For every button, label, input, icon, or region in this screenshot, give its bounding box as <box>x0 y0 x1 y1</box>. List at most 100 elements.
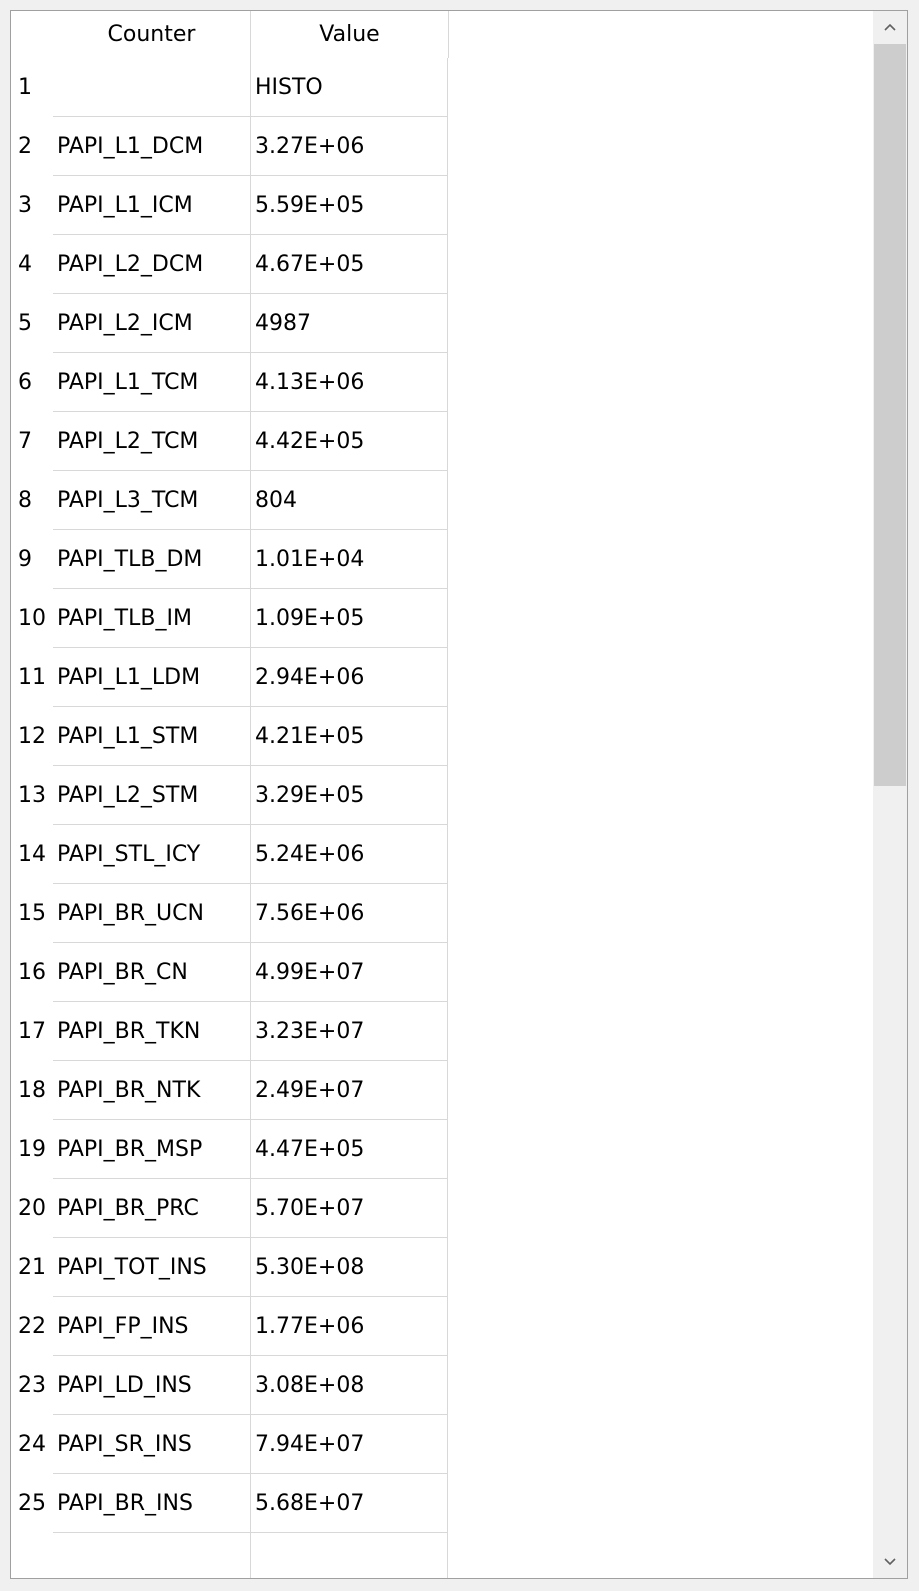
cell-counter[interactable]: PAPI_L1_TCM <box>53 353 251 412</box>
cell-counter[interactable]: PAPI_TLB_IM <box>53 589 251 648</box>
cell-value[interactable]: 3.27E+06 <box>251 117 448 176</box>
row-header-corner[interactable] <box>11 11 53 58</box>
cell-counter[interactable]: PAPI_FP_INS <box>53 1297 251 1356</box>
table-row[interactable]: 10 PAPI_TLB_IM 1.09E+05 <box>11 589 448 648</box>
row-number[interactable]: 20 <box>11 1179 53 1238</box>
row-number[interactable]: 4 <box>11 235 53 294</box>
cell-counter[interactable]: PAPI_BR_PRC <box>53 1179 251 1238</box>
row-number[interactable]: 11 <box>11 648 53 707</box>
table-row[interactable]: 25 PAPI_BR_INS 5.68E+07 <box>11 1474 448 1533</box>
table-row[interactable]: 3 PAPI_L1_ICM 5.59E+05 <box>11 176 448 235</box>
cell-counter[interactable]: PAPI_L2_ICM <box>53 294 251 353</box>
table-row[interactable]: 8 PAPI_L3_TCM 804 <box>11 471 448 530</box>
cell-counter[interactable]: PAPI_BR_INS <box>53 1474 251 1533</box>
table-row[interactable]: 11 PAPI_L1_LDM 2.94E+06 <box>11 648 448 707</box>
cell-value[interactable]: 7.56E+06 <box>251 884 448 943</box>
row-number[interactable]: 25 <box>11 1474 53 1533</box>
cell-counter[interactable]: PAPI_BR_CN <box>53 943 251 1002</box>
cell-counter[interactable]: PAPI_L1_LDM <box>53 648 251 707</box>
row-number[interactable]: 5 <box>11 294 53 353</box>
cell-value[interactable]: 1.01E+04 <box>251 530 448 589</box>
row-number[interactable]: 15 <box>11 884 53 943</box>
table-row[interactable]: 20 PAPI_BR_PRC 5.70E+07 <box>11 1179 448 1238</box>
row-number[interactable]: 16 <box>11 943 53 1002</box>
cell-value[interactable]: 5.59E+05 <box>251 176 448 235</box>
cell-value[interactable]: 4.99E+07 <box>251 943 448 1002</box>
cell-value[interactable]: 4.21E+05 <box>251 707 448 766</box>
cell-counter[interactable]: PAPI_TLB_DM <box>53 530 251 589</box>
cell-value[interactable]: 4.42E+05 <box>251 412 448 471</box>
cell-counter[interactable]: PAPI_L2_DCM <box>53 235 251 294</box>
cell-counter[interactable]: PAPI_L2_STM <box>53 766 251 825</box>
vertical-scrollbar[interactable] <box>873 11 907 1578</box>
table-row[interactable] <box>11 1533 448 1578</box>
cell-value[interactable]: 4987 <box>251 294 448 353</box>
cell-counter[interactable]: PAPI_L1_ICM <box>53 176 251 235</box>
table-row[interactable]: 21 PAPI_TOT_INS 5.30E+08 <box>11 1238 448 1297</box>
table-row[interactable]: 14 PAPI_STL_ICY 5.24E+06 <box>11 825 448 884</box>
table-row[interactable]: 4 PAPI_L2_DCM 4.67E+05 <box>11 235 448 294</box>
table-row[interactable]: 15 PAPI_BR_UCN 7.56E+06 <box>11 884 448 943</box>
table-row[interactable]: 7 PAPI_L2_TCM 4.42E+05 <box>11 412 448 471</box>
row-number[interactable]: 12 <box>11 707 53 766</box>
scrollbar-thumb[interactable] <box>874 44 906 786</box>
cell-value[interactable]: 4.47E+05 <box>251 1120 448 1179</box>
cell-value[interactable]: 4.67E+05 <box>251 235 448 294</box>
cell-value[interactable]: 1.77E+06 <box>251 1297 448 1356</box>
cell-counter[interactable]: PAPI_SR_INS <box>53 1415 251 1474</box>
row-number[interactable]: 21 <box>11 1238 53 1297</box>
cell-value[interactable]: HISTO <box>251 58 448 117</box>
cell-counter[interactable]: PAPI_TOT_INS <box>53 1238 251 1297</box>
cell-counter[interactable]: PAPI_BR_MSP <box>53 1120 251 1179</box>
cell-counter[interactable] <box>53 1533 251 1578</box>
scroll-down-button[interactable] <box>873 1546 907 1578</box>
cell-counter[interactable]: PAPI_L3_TCM <box>53 471 251 530</box>
cell-counter[interactable]: PAPI_BR_TKN <box>53 1002 251 1061</box>
cell-value[interactable]: 5.68E+07 <box>251 1474 448 1533</box>
row-number[interactable]: 22 <box>11 1297 53 1356</box>
row-number[interactable]: 3 <box>11 176 53 235</box>
cell-value[interactable]: 804 <box>251 471 448 530</box>
table-row[interactable]: 5 PAPI_L2_ICM 4987 <box>11 294 448 353</box>
cell-value[interactable]: 1.09E+05 <box>251 589 448 648</box>
column-header-value[interactable]: Value <box>251 11 449 58</box>
row-number[interactable]: 6 <box>11 353 53 412</box>
scroll-up-button[interactable] <box>873 11 907 43</box>
row-number[interactable]: 18 <box>11 1061 53 1120</box>
cell-counter[interactable]: PAPI_STL_ICY <box>53 825 251 884</box>
row-number[interactable]: 24 <box>11 1415 53 1474</box>
row-number[interactable]: 17 <box>11 1002 53 1061</box>
row-number[interactable]: 7 <box>11 412 53 471</box>
row-number[interactable]: 19 <box>11 1120 53 1179</box>
cell-counter[interactable]: PAPI_BR_UCN <box>53 884 251 943</box>
row-number[interactable]: 10 <box>11 589 53 648</box>
row-number[interactable]: 2 <box>11 117 53 176</box>
table-row[interactable]: 18 PAPI_BR_NTK 2.49E+07 <box>11 1061 448 1120</box>
table-row[interactable]: 12 PAPI_L1_STM 4.21E+05 <box>11 707 448 766</box>
table-row[interactable]: 13 PAPI_L2_STM 3.29E+05 <box>11 766 448 825</box>
cell-counter[interactable] <box>53 58 251 117</box>
cell-value[interactable]: 2.49E+07 <box>251 1061 448 1120</box>
table-row[interactable]: 1 HISTO <box>11 58 448 117</box>
table-row[interactable]: 22 PAPI_FP_INS 1.77E+06 <box>11 1297 448 1356</box>
row-number[interactable] <box>11 1533 53 1578</box>
cell-value[interactable]: 2.94E+06 <box>251 648 448 707</box>
column-header-counter[interactable]: Counter <box>53 11 251 58</box>
table-row[interactable]: 17 PAPI_BR_TKN 3.23E+07 <box>11 1002 448 1061</box>
row-number[interactable]: 14 <box>11 825 53 884</box>
cell-counter[interactable]: PAPI_L1_DCM <box>53 117 251 176</box>
cell-counter[interactable]: PAPI_BR_NTK <box>53 1061 251 1120</box>
cell-counter[interactable]: PAPI_LD_INS <box>53 1356 251 1415</box>
cell-value[interactable] <box>251 1533 448 1578</box>
cell-value[interactable]: 7.94E+07 <box>251 1415 448 1474</box>
row-number[interactable]: 23 <box>11 1356 53 1415</box>
table-row[interactable]: 6 PAPI_L1_TCM 4.13E+06 <box>11 353 448 412</box>
row-number[interactable]: 1 <box>11 58 53 117</box>
cell-counter[interactable]: PAPI_L2_TCM <box>53 412 251 471</box>
table-row[interactable]: 24 PAPI_SR_INS 7.94E+07 <box>11 1415 448 1474</box>
table-row[interactable]: 23 PAPI_LD_INS 3.08E+08 <box>11 1356 448 1415</box>
cell-value[interactable]: 5.70E+07 <box>251 1179 448 1238</box>
row-number[interactable]: 8 <box>11 471 53 530</box>
table-row[interactable]: 9 PAPI_TLB_DM 1.01E+04 <box>11 530 448 589</box>
table-row[interactable]: 2 PAPI_L1_DCM 3.27E+06 <box>11 117 448 176</box>
